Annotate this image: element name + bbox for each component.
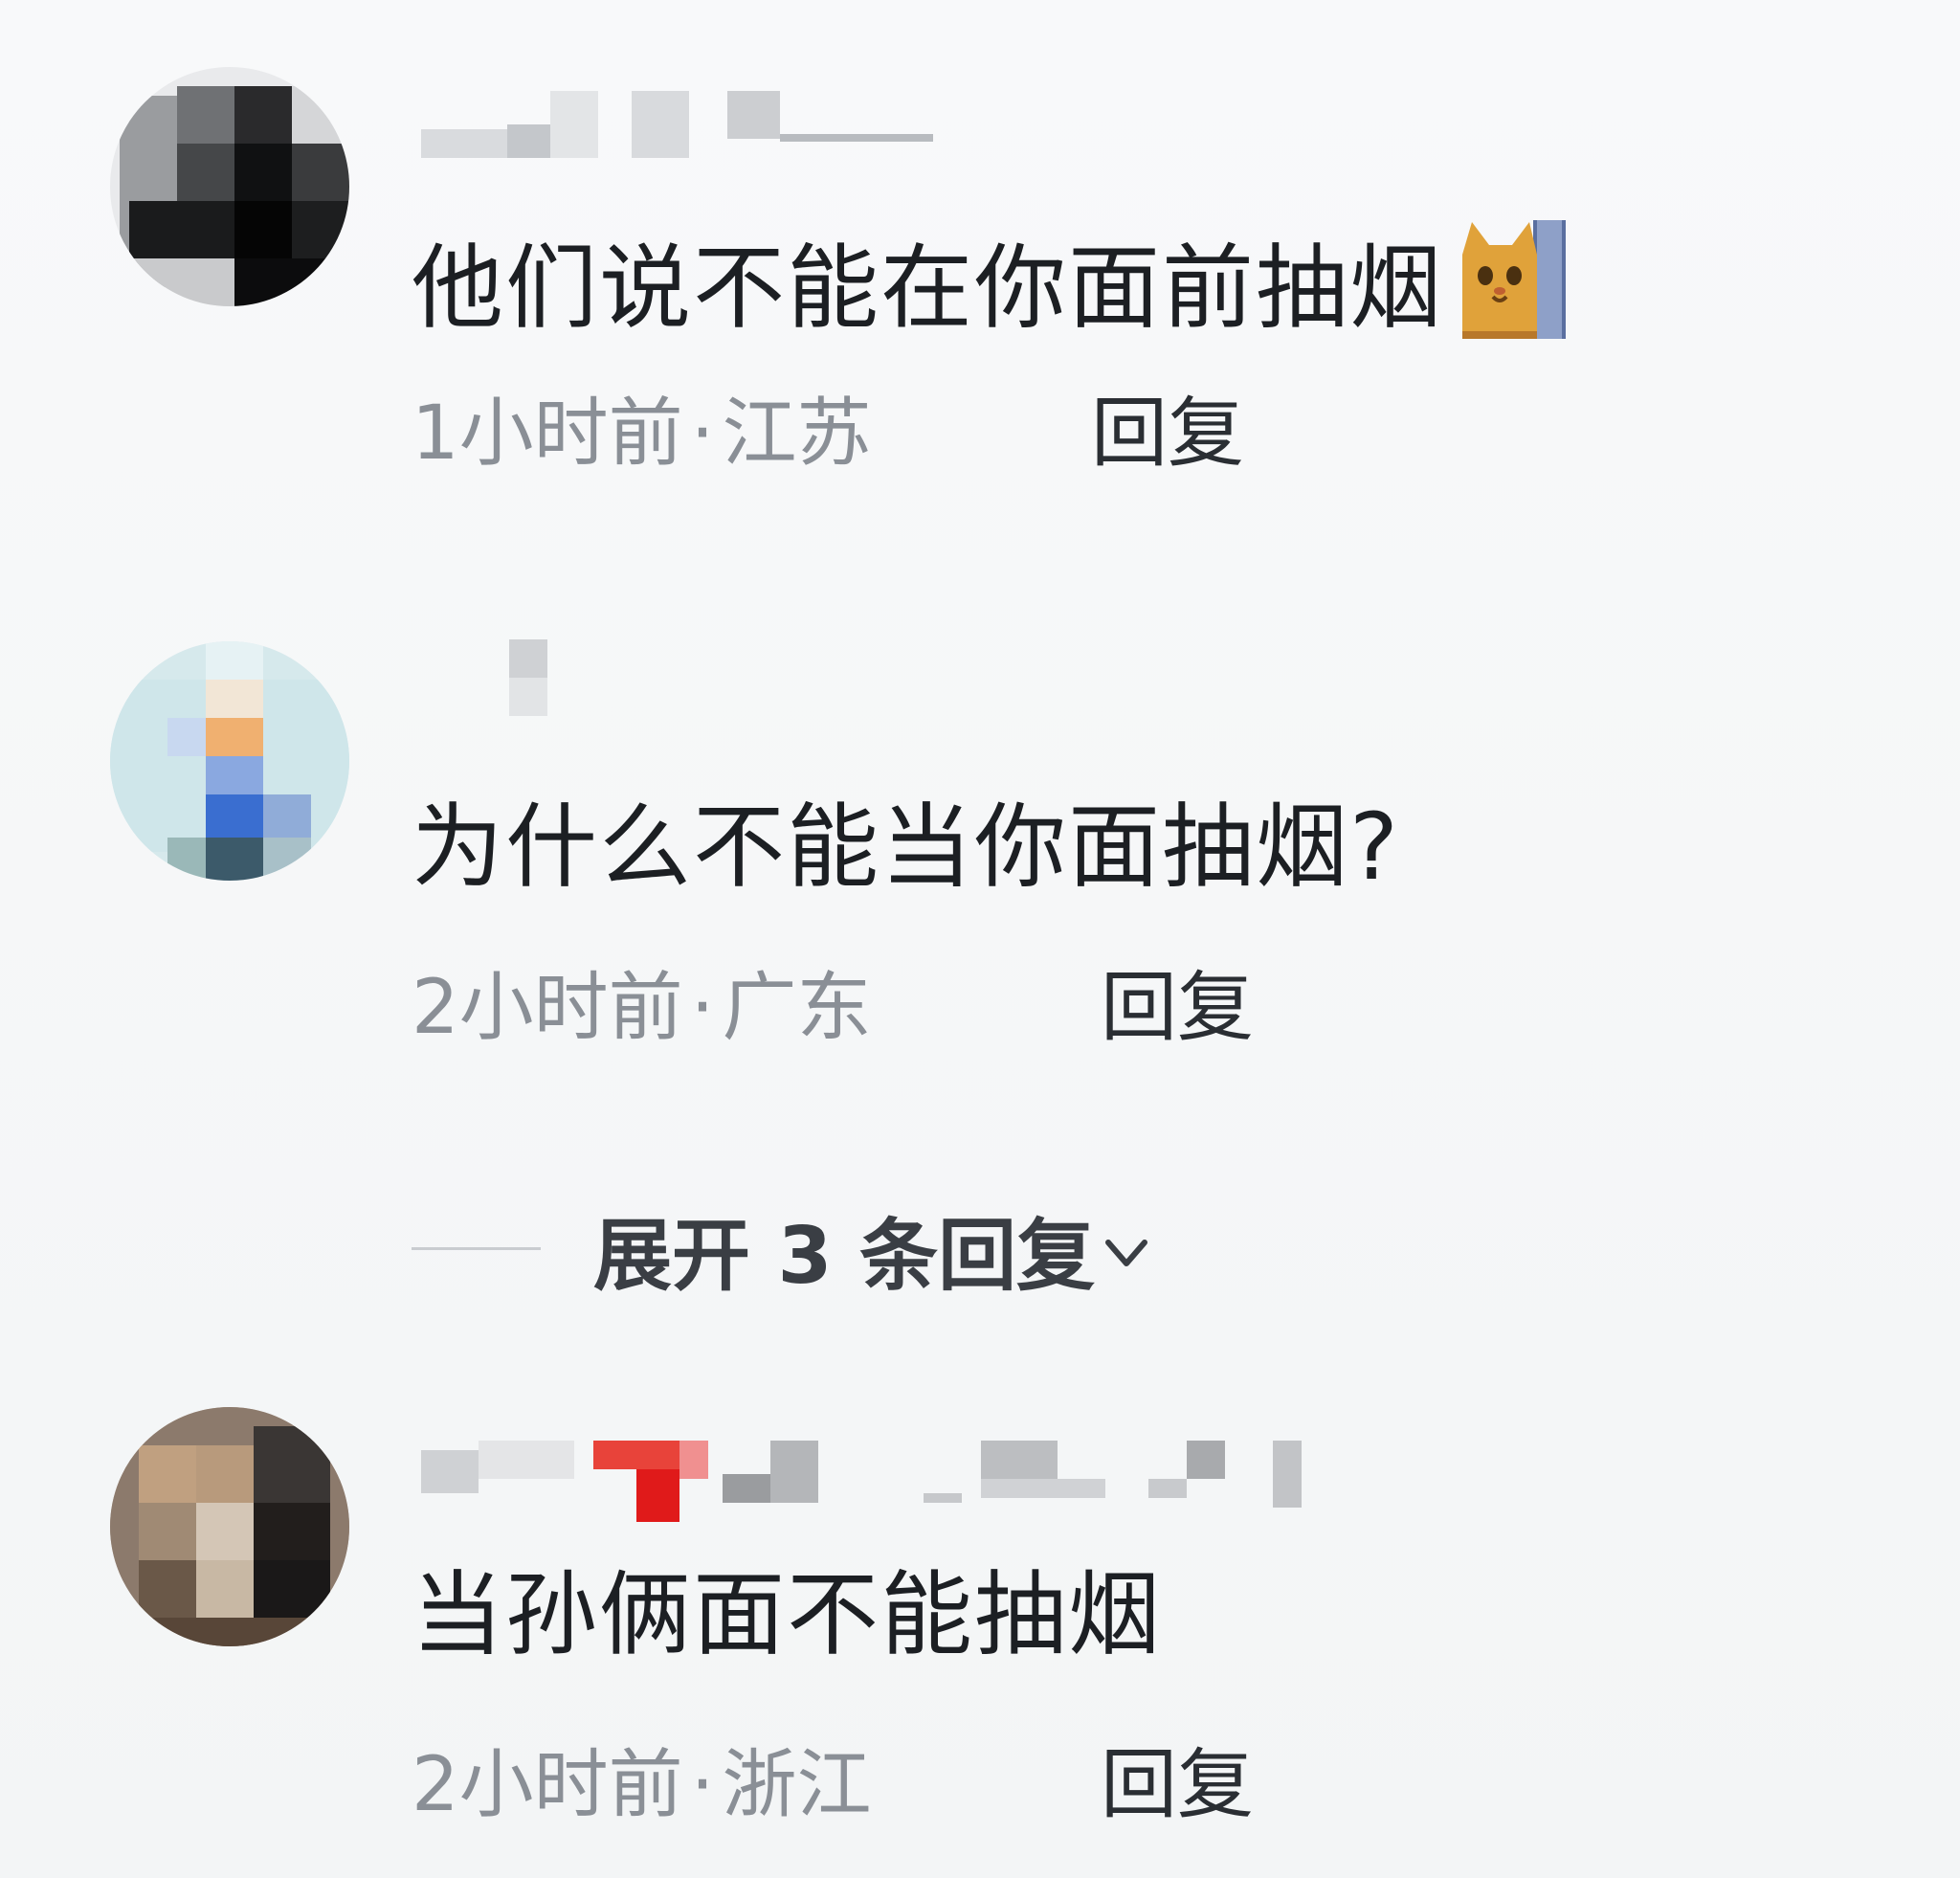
separator: · [690,391,715,477]
chevron-down-icon [1104,1201,1148,1266]
comment-body: 为什么不能当你面抽烟? [412,794,1400,901]
reply-button[interactable]: 回复 [1101,1742,1254,1828]
location: 浙江 [722,1742,872,1828]
comment-meta: 2小时前 · 浙江 [412,1742,871,1828]
username[interactable] [421,91,938,158]
comment-text: 为什么不能当你面抽烟? [412,794,1400,900]
avatar[interactable] [110,67,349,306]
comment-list: 他们说不能在你面前抽烟 1小时前 · 江苏 回复 为什么不能当你面抽烟? 2小时… [0,0,1960,1878]
expand-replies-button[interactable]: 展开 3 条回复 [593,1201,1148,1305]
comment-body: 当孙俩面不能抽烟 [412,1561,1162,1668]
avatar[interactable] [110,1407,349,1646]
comment-meta: 2小时前 · 广东 [412,965,871,1051]
separator: · [690,965,715,1051]
location: 广东 [722,965,872,1051]
comment-body: 他们说不能在你面前抽烟 [412,235,1443,342]
timestamp: 1小时前 [412,391,683,477]
comment-text: 他们说不能在你面前抽烟 [412,216,1568,341]
reply-button[interactable]: 回复 [1091,391,1244,477]
timestamp: 2小时前 [412,965,683,1051]
comment-text: 当孙俩面不能抽烟 [412,1562,1162,1667]
location: 江苏 [722,391,872,477]
username[interactable] [421,639,547,716]
divider-line [412,1247,541,1250]
comment-meta: 1小时前 · 江苏 [412,391,871,477]
avatar[interactable] [110,641,349,881]
separator: · [690,1742,715,1828]
username[interactable] [421,1441,1321,1522]
cat-face-emoji-icon [1457,216,1568,341]
reply-button[interactable]: 回复 [1101,965,1254,1051]
timestamp: 2小时前 [412,1742,683,1828]
expand-replies-label: 展开 3 条回复 [593,1211,1096,1302]
expand-replies-row: 展开 3 条回复 [412,1201,1273,1302]
